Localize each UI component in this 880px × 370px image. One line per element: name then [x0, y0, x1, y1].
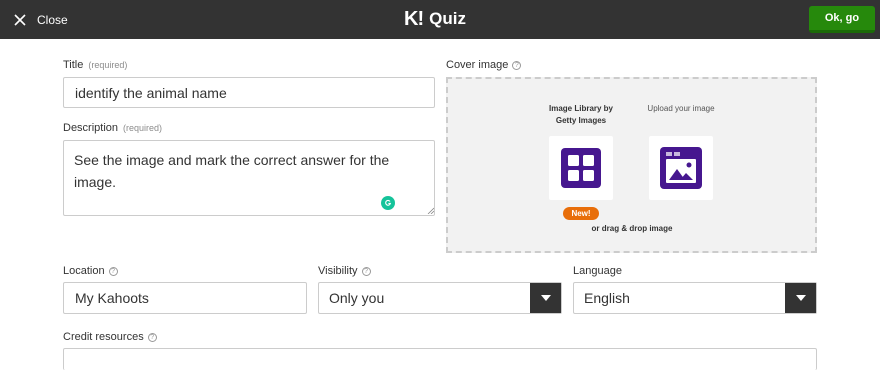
- location-input[interactable]: My Kahoots: [63, 282, 307, 314]
- close-button[interactable]: Close: [14, 0, 68, 39]
- credit-resources-label: Credit resources: [63, 331, 144, 343]
- app-brand: K! Quiz: [404, 8, 466, 30]
- language-label: Language: [573, 265, 622, 277]
- resize-grip-icon[interactable]: [427, 207, 434, 214]
- cover-image-label: Cover image: [446, 59, 509, 71]
- description-label-row: Description (required): [63, 122, 162, 134]
- app-name: Quiz: [429, 9, 466, 28]
- visibility-label: Visibility: [318, 265, 358, 277]
- visibility-selected-value: Only you: [329, 290, 385, 306]
- location-label-row: Location ?: [63, 265, 118, 277]
- image-library-icon: [561, 148, 601, 188]
- location-label: Location: [63, 265, 105, 277]
- chevron-down-icon[interactable]: [785, 283, 816, 313]
- title-label: Title: [63, 59, 84, 71]
- visibility-select[interactable]: Only you: [318, 282, 562, 314]
- upload-image-button[interactable]: [649, 136, 713, 200]
- top-bar: Close K! Quiz Ok, go: [0, 0, 880, 39]
- close-icon: [14, 13, 26, 26]
- language-selected-value: English: [584, 290, 630, 306]
- image-library-button[interactable]: [549, 136, 613, 200]
- description-label: Description: [63, 122, 119, 134]
- credit-resources-input[interactable]: [63, 348, 817, 370]
- image-library-title: Image Library by Getty Images: [548, 104, 614, 125]
- language-select[interactable]: English: [573, 282, 817, 314]
- upload-image-title: Upload your image: [647, 104, 715, 113]
- title-required-hint: (required): [88, 60, 128, 70]
- cover-image-label-row: Cover image ?: [446, 59, 522, 71]
- grammarly-icon[interactable]: [381, 196, 395, 210]
- credit-resources-label-row: Credit resources ?: [63, 331, 157, 343]
- help-icon[interactable]: ?: [361, 266, 371, 276]
- visibility-label-row: Visibility ?: [318, 265, 371, 277]
- help-icon[interactable]: ?: [147, 332, 157, 342]
- description-required-hint: (required): [123, 123, 163, 133]
- ok-go-button[interactable]: Ok, go: [809, 6, 875, 33]
- title-input[interactable]: identify the animal name: [63, 77, 435, 108]
- drag-drop-hint: or drag & drop image: [591, 224, 673, 233]
- help-icon[interactable]: ?: [512, 60, 522, 70]
- language-label-row: Language: [573, 265, 622, 277]
- upload-image-icon: [660, 147, 702, 189]
- help-icon[interactable]: ?: [108, 266, 118, 276]
- close-label: Close: [37, 12, 68, 27]
- title-label-row: Title (required): [63, 59, 127, 71]
- description-textarea[interactable]: See the image and mark the correct answe…: [63, 140, 435, 216]
- new-badge: New!: [563, 207, 599, 220]
- kahoot-logo: K!: [404, 7, 424, 30]
- chevron-down-icon[interactable]: [530, 283, 561, 313]
